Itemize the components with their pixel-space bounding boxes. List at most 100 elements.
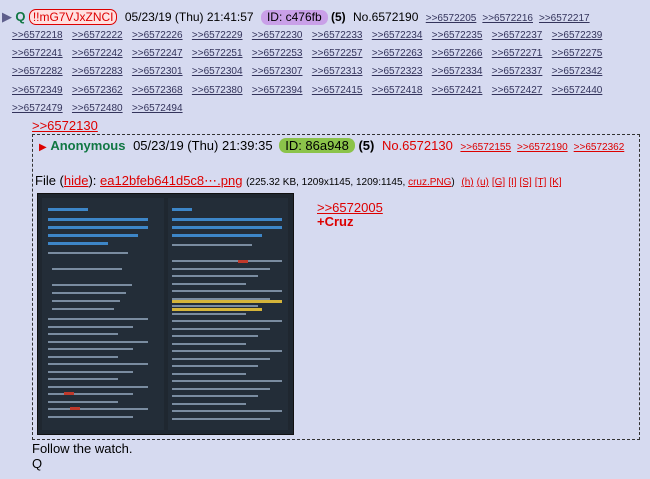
reply-link[interactable]: >>6572229	[192, 30, 243, 41]
reply-link[interactable]: >>6572218	[12, 30, 63, 41]
reply-link[interactable]: >>6572418	[372, 85, 423, 96]
post-number[interactable]: No.6572190	[353, 10, 418, 24]
reply-link[interactable]: >>6572342	[552, 66, 603, 77]
thumbnail-text-line	[172, 234, 262, 237]
reply-link[interactable]: >>6572349	[12, 85, 63, 96]
reply-link[interactable]: >>6572216	[482, 13, 533, 24]
reply-links-first-row: >>6572205 >>6572216 >>6572217	[426, 10, 596, 24]
reply-link[interactable]: >>6572380	[192, 85, 243, 96]
reply-link[interactable]: >>6572253	[252, 48, 303, 59]
reply-link[interactable]: >>6572257	[312, 48, 363, 59]
file-tool-link[interactable]: [S]	[520, 177, 532, 188]
reply-link[interactable]: >>6572479	[12, 103, 63, 114]
embedded-reply-link[interactable]: >>6572190	[517, 142, 568, 153]
reply-link[interactable]: >>6572301	[132, 66, 183, 77]
file-tool-link[interactable]: [I]	[508, 177, 516, 188]
file-tool-link[interactable]: [K]	[549, 177, 561, 188]
reply-link[interactable]: >>6572242	[72, 48, 123, 59]
reply-link[interactable]: >>6572304	[192, 66, 243, 77]
thumbnail-text-line	[172, 218, 282, 221]
reply-link[interactable]: >>6572415	[312, 85, 363, 96]
thumbnail-text-line	[48, 355, 118, 358]
reply-link[interactable]: >>6572427	[492, 85, 543, 96]
reply-link[interactable]: >>6572313	[312, 66, 363, 77]
reply-link[interactable]: >>6572323	[372, 66, 423, 77]
thumbnail-text-line	[172, 208, 192, 211]
file-name-link[interactable]: ea12bfeb641d5c8⋯.png	[100, 173, 242, 188]
thumbnail-text-line	[64, 392, 74, 395]
reply-link[interactable]: >>6572247	[132, 48, 183, 59]
thumbnail-text-line	[48, 218, 148, 221]
reply-link[interactable]: >>6572222	[72, 30, 123, 41]
reply-link[interactable]: >>6572271	[492, 48, 543, 59]
reply-link[interactable]: >>6572263	[372, 48, 423, 59]
thumbnail-text-line	[48, 400, 118, 403]
reply-link[interactable]: >>6572226	[132, 30, 183, 41]
image-thumbnail[interactable]	[37, 193, 294, 435]
file-label-close: ):	[88, 173, 97, 188]
reply-link[interactable]: >>6572394	[252, 85, 303, 96]
hide-file-link[interactable]: hide	[64, 173, 89, 188]
thumbnail-text-line	[52, 300, 120, 302]
thumbnail-text-line	[48, 363, 148, 365]
thumbnail-text-line	[172, 267, 270, 270]
reply-link[interactable]: >>6572307	[252, 66, 303, 77]
reply-link[interactable]: >>6572234	[372, 30, 423, 41]
reply-link[interactable]: >>6572494	[132, 103, 183, 114]
file-tool-link[interactable]: [T]	[535, 177, 547, 188]
reply-link[interactable]: >>6572205	[426, 13, 477, 24]
thumbnail-text-line	[172, 308, 262, 311]
reply-link[interactable]: >>6572251	[192, 48, 243, 59]
thumbnail-text-line	[70, 407, 80, 410]
post-body: Follow the watch. Q	[32, 441, 132, 471]
thumbnail-text-line	[172, 320, 282, 322]
file-tool-link[interactable]: (h)	[461, 177, 473, 188]
reply-link[interactable]: >>6572275	[552, 48, 603, 59]
side-quote-link[interactable]: >>6572005	[317, 201, 383, 215]
file-tool-link[interactable]: (u)	[477, 177, 489, 188]
reply-link[interactable]: >>6572334	[432, 66, 483, 77]
thumbnail-text-line	[172, 244, 252, 246]
thumbnail-text-line	[172, 342, 246, 345]
embedded-post-number[interactable]: No.6572130	[382, 138, 453, 153]
thumbnail-text-line	[48, 408, 148, 410]
file-label: File (	[35, 173, 64, 188]
thumbnail-text-line	[238, 260, 248, 263]
reply-link[interactable]: >>6572480	[72, 103, 123, 114]
thumbnail-text-line	[172, 290, 282, 292]
reply-link[interactable]: >>6572241	[12, 48, 63, 59]
file-tool-link[interactable]: [G]	[492, 177, 505, 188]
reply-link[interactable]: >>6572337	[492, 66, 543, 77]
embedded-post-header: ▶ Anonymous 05/23/19 (Thu) 21:39:35 ID: …	[39, 137, 633, 157]
reply-link[interactable]: >>6572421	[432, 85, 483, 96]
reply-link[interactable]: >>6572217	[539, 13, 590, 24]
reply-link[interactable]: >>6572237	[492, 30, 543, 41]
thumbnail-text-line	[172, 327, 270, 330]
quoted-post-link[interactable]: >>6572130	[32, 118, 98, 133]
original-filename-link[interactable]: cruz.PNG	[408, 177, 451, 188]
reply-link[interactable]: >>6572266	[432, 48, 483, 59]
thumbnail-text-line	[48, 252, 128, 254]
reply-link[interactable]: >>6572283	[72, 66, 123, 77]
thumbnail-text-line	[172, 402, 246, 405]
reply-link[interactable]: >>6572368	[132, 85, 183, 96]
reply-link[interactable]: >>6572230	[252, 30, 303, 41]
expand-arrow-icon[interactable]: ▶	[2, 9, 12, 24]
embedded-reply-link[interactable]: >>6572155	[460, 142, 511, 153]
embedded-arrow-icon[interactable]: ▶	[39, 142, 47, 153]
embedded-reply-link[interactable]: >>6572362	[574, 142, 625, 153]
reply-link[interactable]: >>6572235	[432, 30, 483, 41]
reply-link[interactable]: >>6572362	[72, 85, 123, 96]
reply-link[interactable]: >>6572440	[552, 85, 603, 96]
file-meta: (225.32 KB, 1209x1145, 1209:1145, cruz.P…	[246, 177, 455, 188]
thumbnail-text-line	[172, 357, 270, 360]
embedded-datetime: 05/23/19 (Thu) 21:39:35	[133, 138, 273, 153]
thumbnail-text-line	[48, 378, 118, 380]
embedded-id-badge[interactable]: ID: 86a948	[279, 138, 355, 153]
reply-link[interactable]: >>6572282	[12, 66, 63, 77]
reply-link[interactable]: >>6572233	[312, 30, 363, 41]
poster-id-badge[interactable]: ID: c476fb	[260, 10, 328, 25]
reply-links: >>6572218 >>6572222 >>6572226 >>6572229 …	[12, 26, 648, 117]
reply-link[interactable]: >>6572239	[552, 30, 603, 41]
thumbnail-text-line	[48, 226, 148, 229]
